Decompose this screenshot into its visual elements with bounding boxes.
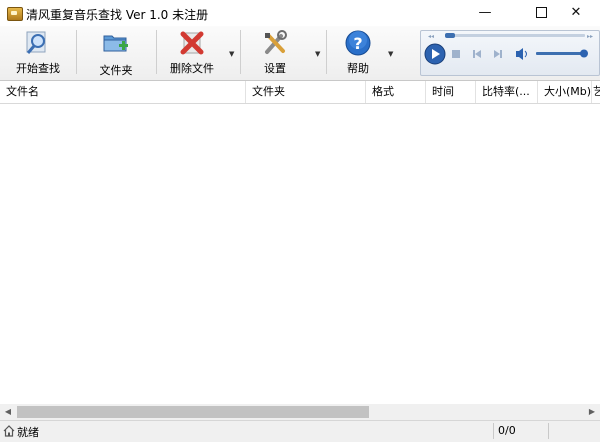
next-button[interactable] xyxy=(494,50,502,58)
column-header-artist[interactable]: 艺 xyxy=(592,81,600,103)
toolbar-separator xyxy=(240,30,241,74)
file-list-header: 文件名 文件夹 格式 时间 比特率(... 大小(Mb) 艺 xyxy=(0,81,600,104)
status-text: 就绪 xyxy=(17,426,39,439)
column-header-filename[interactable]: 文件名 xyxy=(0,81,246,103)
help-button[interactable]: ? 帮助 xyxy=(334,28,382,78)
delete-dropdown-arrow[interactable]: ▼ xyxy=(229,50,234,58)
stop-button[interactable] xyxy=(452,50,460,58)
delete-file-label: 删除文件 xyxy=(170,62,214,75)
toolbar-separator xyxy=(76,30,77,74)
start-search-label: 开始查找 xyxy=(16,62,60,75)
seek-bar[interactable]: ◂◂ ▸▸ xyxy=(428,33,593,40)
folder-button[interactable]: 文件夹 xyxy=(86,28,146,78)
volume-slider[interactable] xyxy=(536,49,588,58)
toolbar-separator xyxy=(326,30,327,74)
close-button[interactable]: ✕ xyxy=(552,0,600,26)
volume-icon[interactable] xyxy=(516,48,527,60)
start-search-button[interactable]: 开始查找 xyxy=(6,28,70,78)
svg-text:▸▸: ▸▸ xyxy=(587,33,593,40)
file-list[interactable] xyxy=(0,104,600,404)
column-header-size[interactable]: 大小(Mb) xyxy=(538,81,592,103)
scroll-right-icon[interactable]: ▶ xyxy=(584,404,600,420)
column-header-time[interactable]: 时间 xyxy=(426,81,476,103)
toolbar-separator xyxy=(156,30,157,74)
svg-text:◂◂: ◂◂ xyxy=(428,33,434,40)
settings-button[interactable]: 设置 xyxy=(250,28,300,78)
magnifier-icon xyxy=(26,31,46,54)
svg-text:?: ? xyxy=(353,34,362,53)
media-player-controls: ◂◂ ▸▸ xyxy=(424,33,593,65)
tools-icon xyxy=(265,30,287,54)
help-label: 帮助 xyxy=(347,62,369,75)
status-bar: 就绪 0/0 xyxy=(0,420,600,442)
maximize-icon xyxy=(535,7,547,18)
column-header-format[interactable]: 格式 xyxy=(366,81,426,103)
folder-label: 文件夹 xyxy=(99,64,133,77)
media-player: ◂◂ ▸▸ xyxy=(420,30,600,76)
app-icon xyxy=(7,7,23,21)
status-separator xyxy=(548,423,549,439)
horizontal-scrollbar[interactable]: ◀ ▶ xyxy=(0,404,600,420)
home-icon xyxy=(3,425,15,437)
scrollbar-thumb[interactable] xyxy=(17,406,369,418)
scroll-left-icon[interactable]: ◀ xyxy=(0,404,16,420)
settings-dropdown-arrow[interactable]: ▼ xyxy=(315,50,320,58)
play-button[interactable] xyxy=(424,43,446,65)
delete-x-icon xyxy=(180,31,204,55)
folder-add-icon xyxy=(103,35,128,52)
column-header-bitrate[interactable]: 比特率(... xyxy=(476,81,538,103)
previous-button[interactable] xyxy=(473,50,481,58)
help-dropdown-arrow[interactable]: ▼ xyxy=(388,50,393,58)
title-bar: 清风重复音乐查找 Ver 1.0 未注册 — ✕ xyxy=(0,0,600,26)
column-header-folder[interactable]: 文件夹 xyxy=(246,81,366,103)
status-separator xyxy=(493,423,494,439)
window-title: 清风重复音乐查找 Ver 1.0 未注册 xyxy=(26,8,209,22)
delete-file-button[interactable]: 删除文件 xyxy=(164,28,220,78)
minimize-button[interactable]: — xyxy=(462,0,508,26)
settings-label: 设置 xyxy=(264,62,286,75)
status-count: 0/0 xyxy=(498,424,516,437)
help-icon: ? xyxy=(345,30,371,56)
